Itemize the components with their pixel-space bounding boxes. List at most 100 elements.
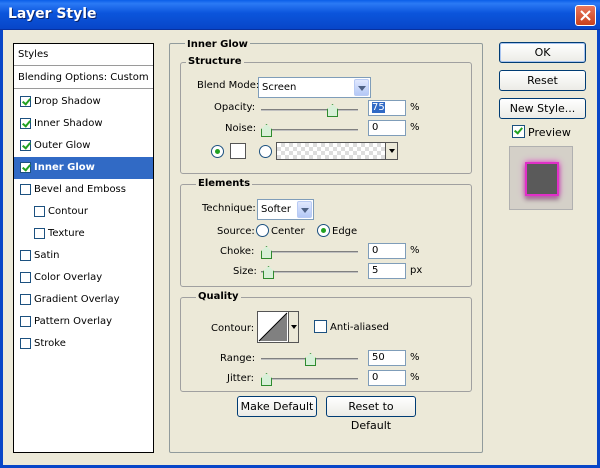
style-checkbox[interactable]: [34, 206, 45, 217]
noise-label: Noise:: [225, 123, 257, 134]
style-item-label: Satin: [34, 250, 60, 261]
blend-mode-select[interactable]: Screen: [258, 77, 371, 98]
style-checkbox[interactable]: [20, 338, 31, 349]
ok-button[interactable]: OK: [499, 42, 586, 63]
style-checkbox[interactable]: [20, 96, 31, 107]
source-edge-label: Edge: [332, 226, 358, 237]
inner-glow-panel: Inner Glow Structure Blend Mode: Screen …: [169, 39, 483, 453]
jitter-label: Jitter:: [227, 373, 255, 384]
range-slider[interactable]: [261, 358, 358, 360]
styles-header[interactable]: Styles: [14, 44, 153, 66]
choke-slider[interactable]: [261, 251, 358, 253]
noise-input[interactable]: 0: [368, 120, 406, 136]
noise-value: 0: [372, 122, 379, 133]
style-checkbox[interactable]: [20, 184, 31, 195]
gradient-dropdown[interactable]: [385, 143, 397, 159]
source-center-label: Center: [271, 226, 305, 237]
opacity-unit: %: [410, 102, 420, 113]
technique-label: Technique:: [202, 203, 256, 214]
chevron-down-icon[interactable]: [354, 79, 369, 96]
close-button[interactable]: [575, 5, 596, 26]
noise-unit: %: [410, 122, 420, 133]
style-checkbox[interactable]: [20, 294, 31, 305]
style-item-stroke[interactable]: Stroke: [14, 333, 153, 355]
style-checkbox[interactable]: [20, 118, 31, 129]
glow-color-swatch[interactable]: [230, 143, 246, 159]
contour-dropdown[interactable]: [288, 312, 298, 342]
source-edge-radio[interactable]: [317, 224, 330, 237]
make-default-button[interactable]: Make Default: [237, 396, 317, 417]
preview-thumbnail: [509, 146, 573, 210]
style-item-color-overlay[interactable]: Color Overlay: [14, 267, 153, 289]
inner-glow-title: Inner Glow: [185, 39, 250, 50]
range-slider-thumb[interactable]: [305, 353, 314, 364]
chevron-down-icon: [291, 325, 297, 329]
anti-aliased-checkbox[interactable]: [314, 320, 327, 333]
noise-slider[interactable]: [261, 129, 358, 131]
style-checkbox[interactable]: [34, 228, 45, 239]
style-item-satin[interactable]: Satin: [14, 245, 153, 267]
title-bar[interactable]: Layer Style: [0, 0, 600, 30]
gradient-radio[interactable]: [259, 145, 272, 158]
range-label: Range:: [220, 353, 256, 364]
style-checkbox[interactable]: [20, 140, 31, 151]
jitter-input[interactable]: 0: [368, 370, 406, 386]
style-item-drop-shadow[interactable]: Drop Shadow: [14, 91, 153, 113]
style-item-inner-shadow[interactable]: Inner Shadow: [14, 113, 153, 135]
source-center-radio[interactable]: [256, 224, 269, 237]
contour-label: Contour:: [211, 323, 255, 334]
source-label: Source:: [217, 226, 255, 237]
style-checkbox[interactable]: [20, 162, 31, 173]
blending-options-item[interactable]: Blending Options: Custom: [14, 67, 153, 89]
reset-button[interactable]: Reset: [499, 70, 586, 91]
contour-picker[interactable]: [257, 311, 299, 343]
blend-mode-value: Screen: [262, 82, 297, 93]
style-checkbox[interactable]: [20, 250, 31, 261]
style-item-gradient-overlay[interactable]: Gradient Overlay: [14, 289, 153, 311]
size-slider[interactable]: [261, 271, 358, 273]
elements-group: Elements Technique: Softer Source: Cente…: [180, 178, 472, 287]
elements-title: Elements: [196, 178, 253, 189]
choke-input[interactable]: 0: [368, 243, 406, 259]
chevron-down-icon: [389, 149, 395, 153]
preview-label: Preview: [528, 126, 571, 139]
style-item-texture[interactable]: Texture: [14, 223, 153, 245]
style-checkbox[interactable]: [20, 316, 31, 327]
preview-checkbox[interactable]: [512, 125, 525, 138]
chevron-down-icon[interactable]: [297, 201, 312, 218]
structure-group: Structure Blend Mode: Screen Opacity: 75…: [180, 56, 472, 174]
size-input[interactable]: 5: [368, 263, 406, 279]
size-unit: px: [410, 265, 423, 276]
range-input[interactable]: 50: [368, 350, 406, 366]
style-item-bevel-and-emboss[interactable]: Bevel and Emboss: [14, 179, 153, 201]
quality-title: Quality: [196, 291, 241, 302]
style-item-label: Inner Shadow: [34, 118, 103, 129]
style-item-inner-glow[interactable]: Inner Glow: [14, 157, 153, 179]
opacity-value: 75: [372, 102, 385, 113]
style-item-label: Bevel and Emboss: [34, 184, 126, 195]
style-item-contour[interactable]: Contour: [14, 201, 153, 223]
style-item-label: Inner Glow: [34, 162, 95, 173]
jitter-slider-thumb[interactable]: [261, 373, 270, 384]
opacity-slider-thumb[interactable]: [327, 104, 336, 115]
style-item-outer-glow[interactable]: Outer Glow: [14, 135, 153, 157]
reset-to-default-button[interactable]: Reset to Default: [326, 396, 416, 432]
style-item-pattern-overlay[interactable]: Pattern Overlay: [14, 311, 153, 333]
style-item-label: Texture: [48, 228, 85, 239]
style-checkbox[interactable]: [20, 272, 31, 283]
style-item-label: Gradient Overlay: [34, 294, 120, 305]
opacity-slider[interactable]: [261, 109, 358, 111]
window-title: Layer Style: [8, 6, 97, 22]
noise-slider-thumb[interactable]: [261, 124, 270, 135]
range-value: 50: [372, 352, 385, 363]
size-value: 5: [372, 265, 379, 276]
color-radio[interactable]: [211, 145, 224, 158]
new-style-button[interactable]: New Style...: [499, 98, 586, 119]
technique-select[interactable]: Softer: [257, 199, 314, 220]
jitter-slider[interactable]: [261, 378, 358, 380]
gradient-picker[interactable]: [276, 142, 398, 160]
choke-value: 0: [372, 245, 379, 256]
choke-slider-thumb[interactable]: [261, 246, 270, 257]
size-slider-thumb[interactable]: [263, 266, 272, 277]
opacity-input[interactable]: 75: [368, 100, 406, 116]
